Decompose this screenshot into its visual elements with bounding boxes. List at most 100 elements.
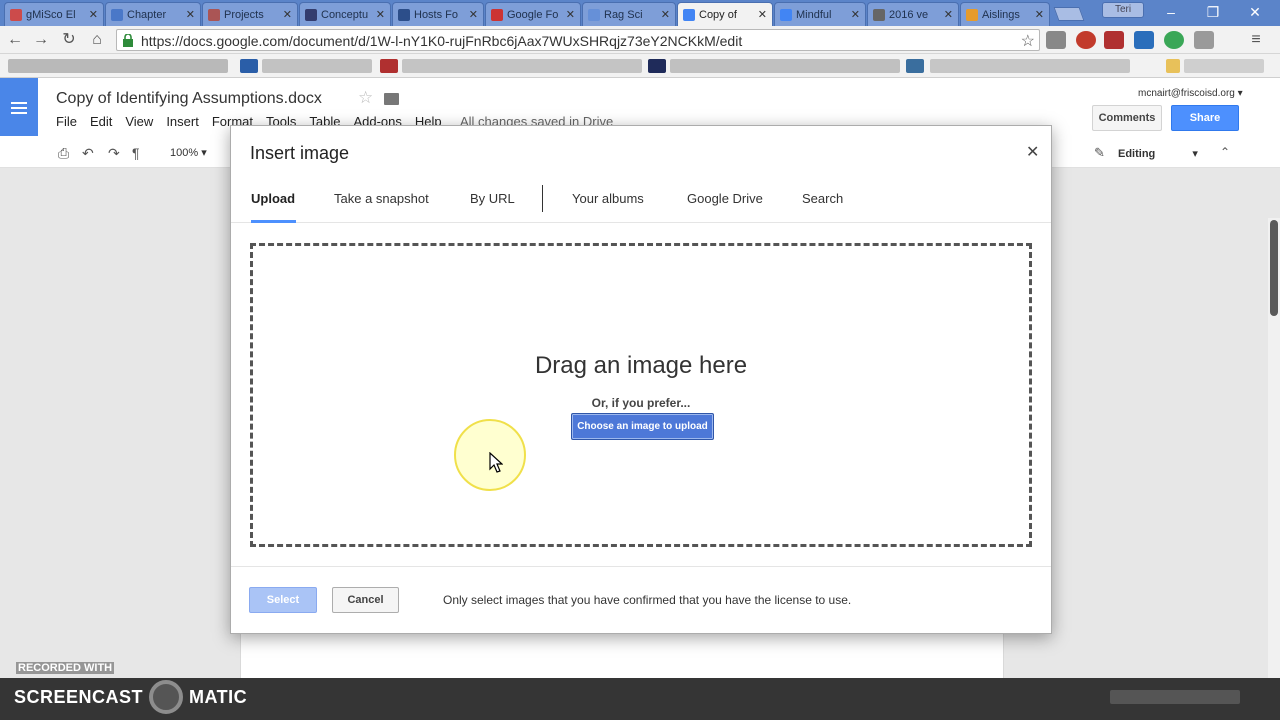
redo-icon[interactable]: ↷ [108, 145, 120, 162]
collapse-icon[interactable]: ⌃ [1220, 145, 1230, 159]
bookmark-icon[interactable] [906, 59, 924, 73]
print-icon[interactable]: ⎙ [58, 145, 69, 162]
favicon-icon [10, 8, 22, 21]
extension-icon[interactable] [1194, 31, 1214, 49]
profile-button[interactable]: Teri [1102, 2, 1144, 18]
bookmark-item[interactable] [262, 59, 372, 73]
close-tab-icon[interactable]: ✕ [944, 8, 953, 21]
extension-icon[interactable] [1104, 31, 1124, 49]
new-tab-button[interactable] [1053, 7, 1085, 21]
browser-tab[interactable]: Aislings ✕ [960, 2, 1050, 26]
browser-tab[interactable]: Rag Sci ✕ [582, 2, 676, 26]
star-icon[interactable]: ☆ [358, 88, 373, 108]
tab-title: Copy of [699, 8, 737, 21]
close-tab-icon[interactable]: ✕ [1035, 8, 1044, 21]
docs-home-icon[interactable] [0, 78, 38, 136]
address-bar[interactable]: https://docs.google.com/document/d/1W-l-… [116, 29, 1040, 51]
docs-favicon-icon [683, 8, 695, 21]
folder-icon[interactable] [384, 93, 399, 105]
license-notice: Only select images that you have confirm… [443, 593, 852, 607]
cancel-button[interactable]: Cancel [332, 587, 399, 613]
scrollbar-thumb[interactable] [1270, 220, 1278, 316]
browser-tab[interactable]: Google Fo ✕ [485, 2, 581, 26]
editing-mode-label: Editing [1118, 148, 1156, 160]
insert-image-dialog: Insert image ✕ Upload Take a snapshot By… [230, 125, 1052, 634]
browser-tab[interactable]: Chapter ✕ [105, 2, 201, 26]
drop-title: Drag an image here [534, 352, 748, 379]
close-tab-icon[interactable]: ✕ [376, 8, 385, 21]
extension-icon[interactable] [1164, 31, 1184, 49]
document-title[interactable]: Copy of Identifying Assumptions.docx [56, 90, 322, 108]
browser-tab[interactable]: gMiSco El ✕ [4, 2, 104, 26]
tab-your-albums[interactable]: Your albums [572, 191, 644, 206]
choose-image-button[interactable]: Choose an image to upload [571, 413, 714, 440]
browser-tab[interactable]: 2016 ve ✕ [867, 2, 959, 26]
select-button[interactable]: Select [249, 587, 317, 613]
other-bookmarks[interactable] [1184, 59, 1264, 73]
bookmarks-bar [0, 54, 1280, 78]
close-tab-icon[interactable]: ✕ [89, 8, 98, 21]
mouse-pointer-icon [489, 452, 503, 473]
tab-search[interactable]: Search [802, 191, 843, 206]
bookmark-icon[interactable] [240, 59, 258, 73]
menu-file[interactable]: File [56, 114, 77, 129]
undo-icon[interactable]: ↶ [82, 145, 94, 162]
extension-icon[interactable] [1134, 31, 1154, 49]
bookmark-icon[interactable] [648, 59, 666, 73]
window-close-icon[interactable]: ✕ [1240, 4, 1270, 21]
zoom-select[interactable]: 100% ▾ [170, 146, 207, 159]
dialog-footer: Select Cancel Only select images that yo… [231, 566, 1051, 633]
tab-title: Mindful [796, 8, 832, 21]
back-icon[interactable]: ← [4, 30, 26, 50]
favicon-icon [305, 8, 317, 21]
system-tray [1110, 690, 1240, 704]
close-tab-icon[interactable]: ✕ [283, 8, 292, 21]
browser-tab[interactable]: Hosts Fo ✕ [392, 2, 484, 26]
account-email[interactable]: mcnairt@friscoisd.org ▾ [1138, 88, 1243, 99]
close-tab-icon[interactable]: ✕ [469, 8, 478, 21]
browser-tab[interactable]: Projects ✕ [202, 2, 298, 26]
favicon-icon [111, 8, 123, 21]
menu-view[interactable]: View [125, 114, 153, 129]
image-drop-zone[interactable]: Drag an image here Or, if you prefer... … [250, 243, 1032, 547]
bookmark-star-icon[interactable]: ☆ [1021, 31, 1035, 51]
tab-take-snapshot[interactable]: Take a snapshot [334, 191, 429, 206]
browser-tab[interactable]: Conceptu ✕ [299, 2, 391, 26]
reload-icon[interactable]: ↻ [58, 30, 80, 50]
browser-tab-active[interactable]: Copy of ✕ [677, 2, 773, 26]
bookmark-item[interactable] [8, 59, 228, 73]
minimize-icon[interactable]: – [1156, 4, 1186, 20]
paint-format-icon[interactable]: ¶ [132, 145, 140, 161]
bookmark-icon[interactable] [380, 59, 398, 73]
close-tab-icon[interactable]: ✕ [566, 8, 575, 21]
home-icon[interactable]: ⌂ [86, 30, 108, 50]
close-tab-icon[interactable]: ✕ [661, 8, 670, 21]
favicon-icon [966, 8, 978, 21]
tab-google-drive[interactable]: Google Drive [687, 191, 763, 206]
menu-icon[interactable]: ≡ [1246, 31, 1266, 49]
scrollbar[interactable] [1268, 218, 1280, 678]
close-tab-icon[interactable]: ✕ [758, 8, 767, 21]
close-icon[interactable]: ✕ [1026, 142, 1039, 162]
lock-icon [123, 34, 133, 47]
close-tab-icon[interactable]: ✕ [186, 8, 195, 21]
gmail-extension-icon[interactable] [1046, 31, 1066, 49]
forward-icon[interactable]: → [30, 30, 52, 50]
favicon-icon [491, 8, 503, 21]
tab-by-url[interactable]: By URL [470, 191, 515, 206]
extension-icon[interactable] [1076, 31, 1096, 49]
bookmark-item[interactable] [402, 59, 642, 73]
share-button[interactable]: Share [1171, 105, 1239, 131]
restore-icon[interactable]: ❐ [1198, 4, 1228, 21]
browser-tab[interactable]: Mindful ✕ [774, 2, 866, 26]
comments-button[interactable]: Comments [1092, 105, 1162, 131]
menu-insert[interactable]: Insert [166, 114, 199, 129]
drop-subtitle: Or, if you prefer... [591, 396, 691, 410]
tab-upload[interactable]: Upload [251, 191, 295, 206]
menu-edit[interactable]: Edit [90, 114, 112, 129]
folder-icon[interactable] [1166, 59, 1180, 73]
editing-mode-select[interactable]: Editing ▾ [1118, 147, 1198, 160]
close-tab-icon[interactable]: ✕ [851, 8, 860, 21]
bookmark-item[interactable] [930, 59, 1130, 73]
bookmark-item[interactable] [670, 59, 900, 73]
